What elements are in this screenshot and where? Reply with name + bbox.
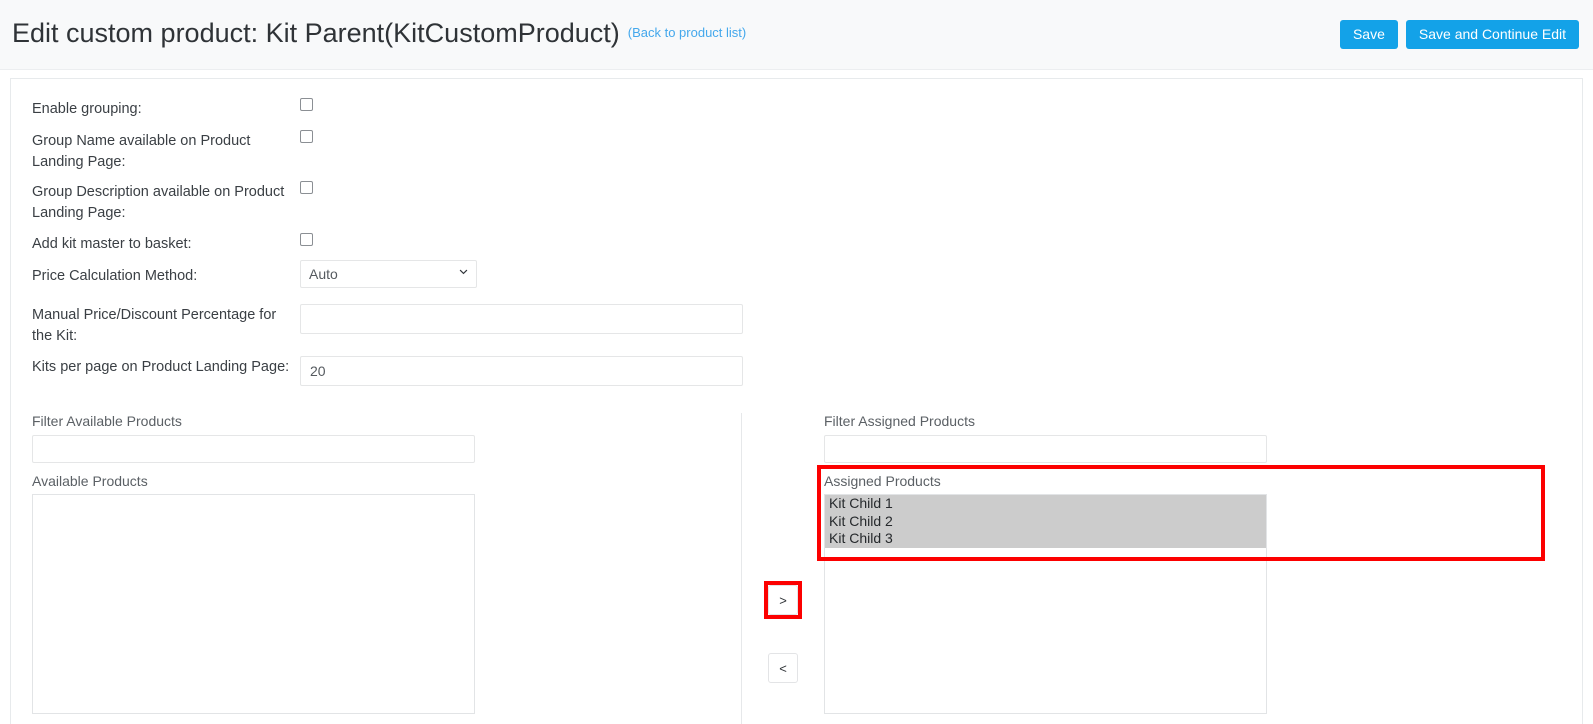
label-kits-per-page: Kits per page on Product Landing Page: bbox=[32, 359, 290, 375]
assigned-product-option[interactable]: Kit Child 3 bbox=[825, 530, 1266, 548]
save-button[interactable]: Save bbox=[1339, 20, 1398, 49]
field-row-price-calculation-method: Price Calculation Method: bbox=[32, 266, 292, 287]
manual-price-discount-input[interactable] bbox=[300, 304, 743, 334]
label-available-products: Available Products bbox=[32, 473, 148, 489]
page-title: Edit custom product: Kit Parent(KitCusto… bbox=[12, 18, 746, 49]
assigned-products-listbox[interactable]: Kit Child 1 Kit Child 2 Kit Child 3 bbox=[824, 494, 1267, 714]
checkbox-enable-grouping[interactable] bbox=[300, 98, 313, 111]
edit-custom-product-page: Edit custom product: Kit Parent(KitCusto… bbox=[0, 0, 1593, 724]
save-and-continue-edit-button[interactable]: Save and Continue Edit bbox=[1405, 20, 1579, 49]
filter-assigned-products-input[interactable] bbox=[824, 435, 1267, 463]
field-row-group-name-available: Group Name available on Product Landing … bbox=[32, 131, 284, 173]
checkbox-add-kit-master-to-basket[interactable] bbox=[300, 233, 313, 246]
field-row-add-kit-master-to-basket: Add kit master to basket: bbox=[32, 234, 292, 255]
filter-available-products-input[interactable] bbox=[32, 435, 475, 463]
label-filter-assigned-products: Filter Assigned Products bbox=[824, 413, 975, 429]
assigned-product-option[interactable]: Kit Child 2 bbox=[825, 512, 1266, 530]
field-row-manual-price-discount: Manual Price/Discount Percentage for the… bbox=[32, 305, 292, 347]
label-group-name-available: Group Name available on Product Landing … bbox=[32, 133, 251, 170]
label-group-description-available: Group Description available on Product L… bbox=[32, 184, 285, 221]
label-manual-price-discount: Manual Price/Discount Percentage for the… bbox=[32, 307, 277, 344]
checkbox-group-name-available[interactable] bbox=[300, 130, 313, 143]
price-calculation-method-select[interactable]: Auto bbox=[300, 260, 477, 288]
kits-per-page-input[interactable] bbox=[300, 356, 743, 386]
field-row-kits-per-page: Kits per page on Product Landing Page: bbox=[32, 357, 302, 378]
available-products-listbox[interactable] bbox=[32, 494, 475, 714]
field-row-group-description-available: Group Description available on Product L… bbox=[32, 182, 288, 224]
assign-product-button[interactable]: > bbox=[768, 585, 798, 615]
page-title-text: Edit custom product: Kit Parent(KitCusto… bbox=[12, 18, 620, 48]
unassign-product-button[interactable]: < bbox=[768, 653, 798, 683]
assigned-products-panel: Filter Assigned Products Assigned Produc… bbox=[824, 413, 1267, 714]
label-enable-grouping: Enable grouping: bbox=[32, 101, 142, 117]
assigned-product-option[interactable]: Kit Child 1 bbox=[825, 495, 1266, 513]
label-add-kit-master-to-basket: Add kit master to basket: bbox=[32, 236, 192, 252]
label-assigned-products: Assigned Products bbox=[824, 473, 941, 489]
form-card: Enable grouping: Group Name available on… bbox=[10, 78, 1583, 724]
label-price-calculation-method: Price Calculation Method: bbox=[32, 268, 198, 284]
available-products-panel: Filter Available Products Available Prod… bbox=[32, 413, 475, 714]
price-calculation-method-wrapper: Auto bbox=[300, 260, 477, 288]
checkbox-group-description-available[interactable] bbox=[300, 181, 313, 194]
field-row-enable-grouping: Enable grouping: bbox=[32, 99, 292, 120]
page-header: Edit custom product: Kit Parent(KitCusto… bbox=[0, 0, 1593, 70]
column-divider bbox=[741, 413, 742, 724]
back-to-product-list-link[interactable]: (Back to product list) bbox=[628, 25, 747, 40]
label-filter-available-products: Filter Available Products bbox=[32, 413, 182, 429]
header-actions: Save Save and Continue Edit bbox=[1339, 20, 1579, 49]
